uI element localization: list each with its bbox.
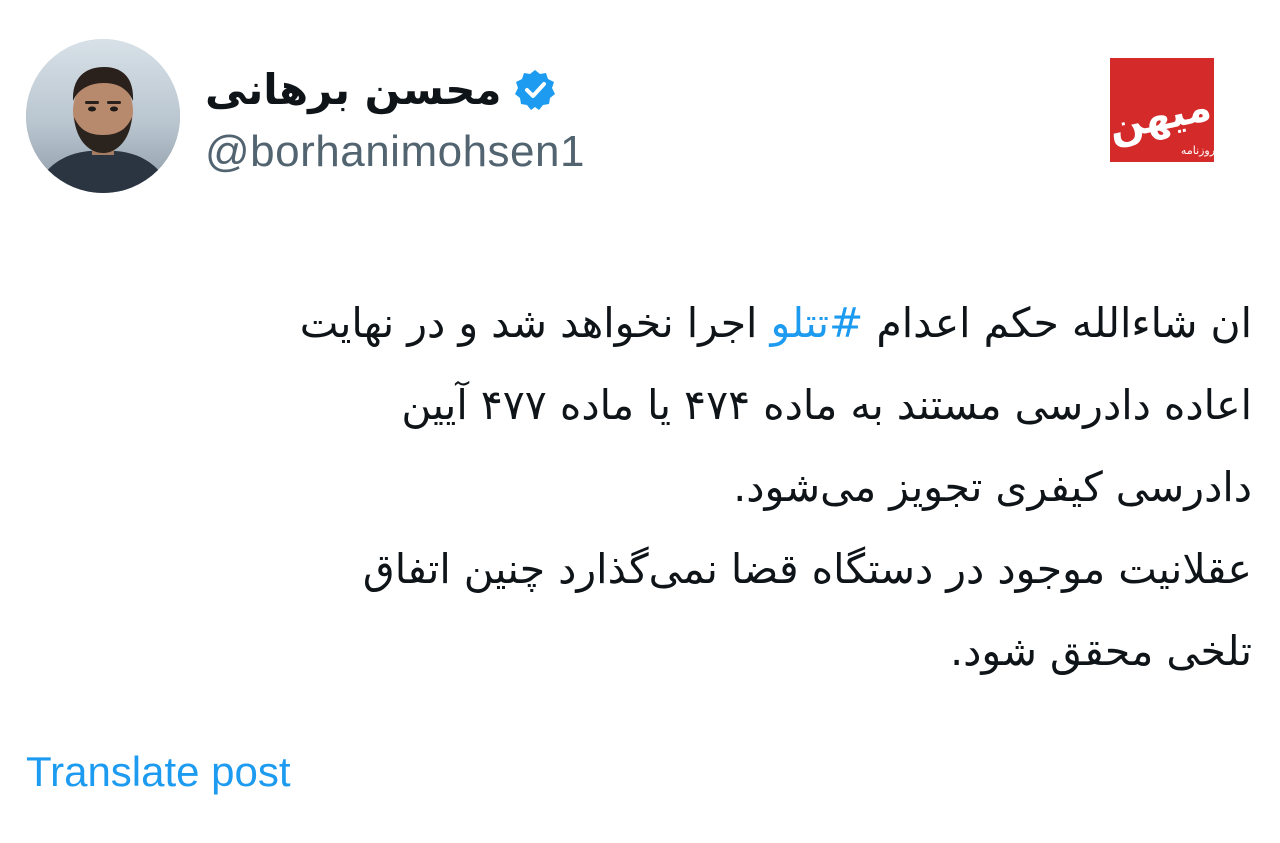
post-line-1-after: اجرا نخواهد شد و در نهایت [299,299,771,347]
verified-badge-icon [513,68,557,112]
post-text: ان شاءالله حکم اعدام #تتلو اجرا نخواهد ش… [12,282,1252,692]
author-name-row[interactable]: محسن برهانی [205,58,557,122]
mehan-newspaper-logo-icon: میهن روزنامه [1110,58,1214,162]
author-handle[interactable]: @borhanimohsen1 [205,124,585,180]
post-line-4: عقلانیت موجود در دستگاه قضا نمی‌گذارد چن… [362,545,1252,593]
profile-photo-icon [26,39,180,193]
post-line-1: ان شاءالله حکم اعدام #تتلو اجرا نخواهد ش… [12,282,1252,364]
post-line-3: دادرسی کیفری تجویز می‌شود. [733,463,1252,511]
author-display-name[interactable]: محسن برهانی [205,58,501,122]
logo-small-text: روزنامه [1181,144,1214,157]
author-avatar[interactable] [26,39,180,193]
translate-post-link[interactable]: Translate post [26,744,291,800]
hashtag-link[interactable]: #تتلو [770,299,863,347]
post-line-1-before: ان شاءالله حکم اعدام [863,299,1252,347]
post-line-5: تلخی محقق شود. [950,627,1252,675]
post-line-2: اعاده دادرسی مستند به ماده ۴۷۴ یا ماده ۴… [401,381,1252,429]
